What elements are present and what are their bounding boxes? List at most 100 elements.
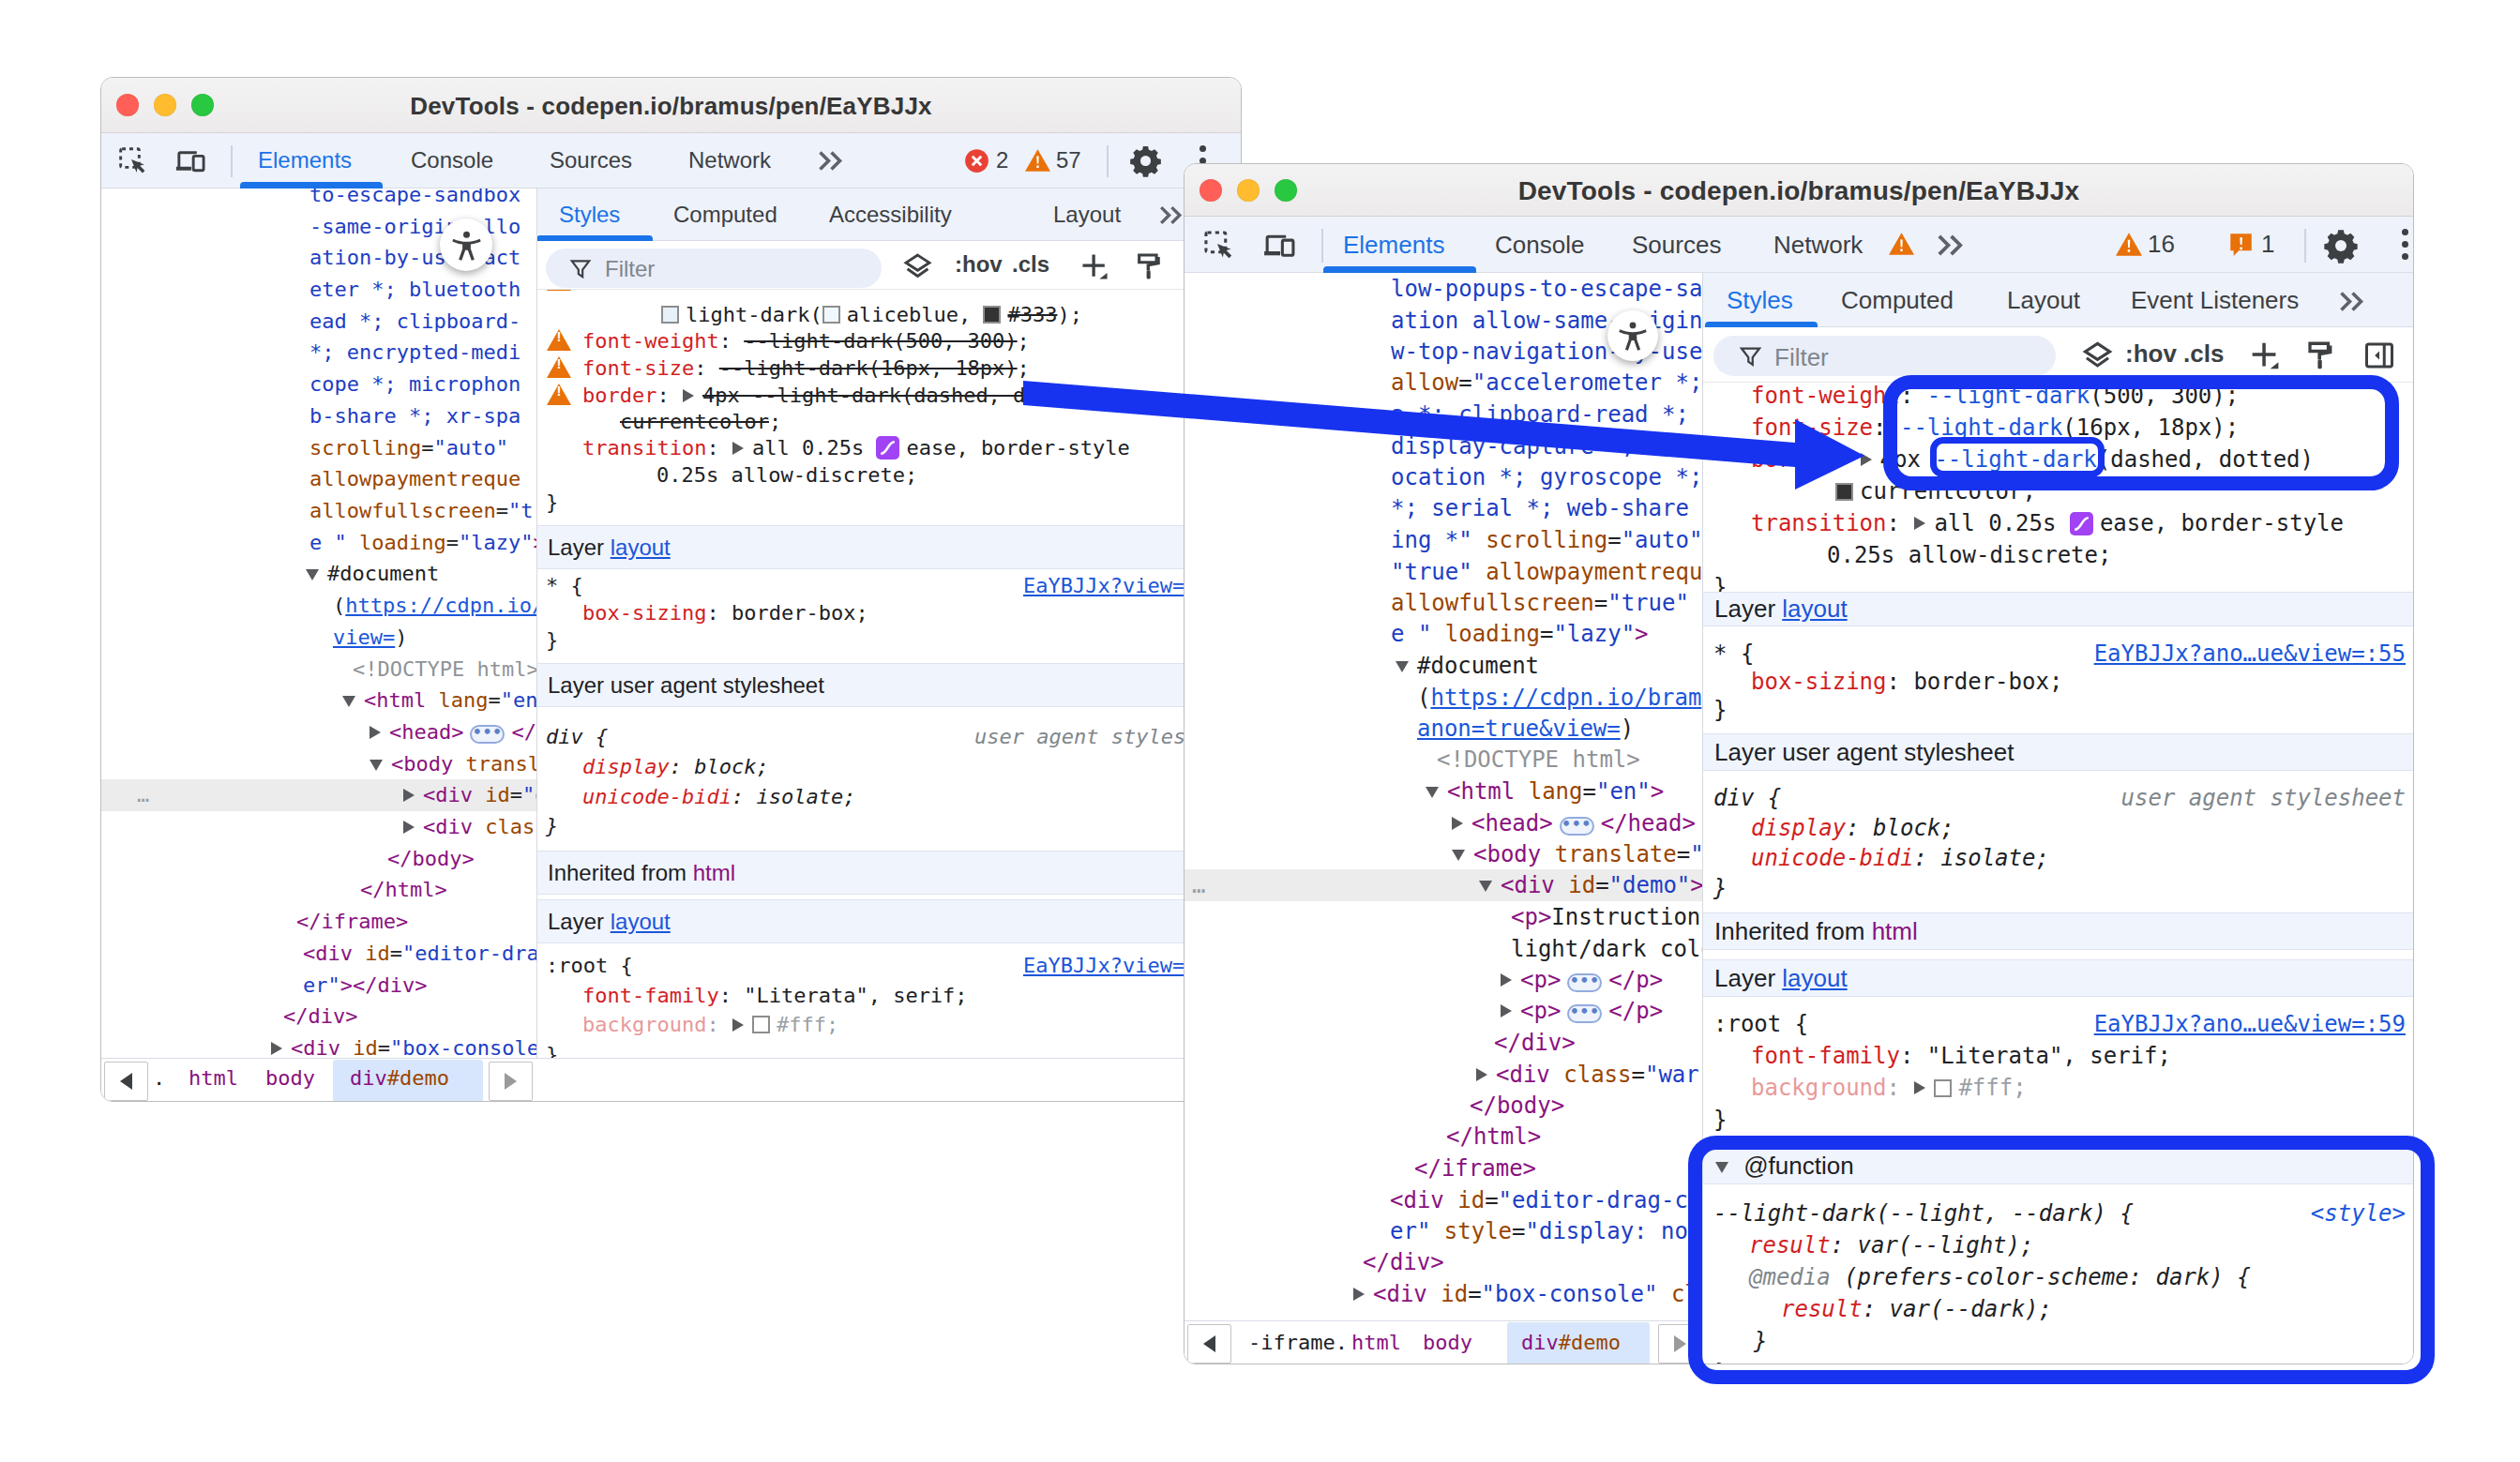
breadcrumb-next[interactable] [489, 1062, 533, 1101]
breadcrumb-item[interactable]: html [189, 1066, 238, 1090]
dom-tree-row[interactable]: cope *; microphon [101, 369, 521, 400]
toggle-cls[interactable]: .cls [2183, 339, 2224, 369]
expand-arrow-icon[interactable] [1353, 1288, 1365, 1301]
layers-icon[interactable] [2080, 339, 2115, 373]
style-declaration[interactable]: div { [546, 723, 608, 751]
dom-tree-row[interactable]: er" style="display: non [1185, 1215, 1701, 1247]
dom-tree-row[interactable]: scrolling="auto" [101, 432, 508, 464]
dom-tree-row[interactable]: <!DOCTYPE html> [1185, 744, 1640, 776]
settings-gear-icon[interactable] [1128, 143, 1163, 178]
dom-tree-row[interactable]: <div class="war [1185, 1059, 1699, 1091]
new-style-rule-icon[interactable] [2249, 339, 2282, 372]
sidetab-computed[interactable]: Computed [1841, 286, 1954, 315]
expand-arrow-icon[interactable] [271, 1042, 282, 1055]
dom-tree-row[interactable]: "true" allowpaymentrequ [1185, 556, 1702, 588]
dom-tree-row[interactable]: ead *; clipboard- [101, 306, 521, 338]
expand-arrow-icon[interactable] [1479, 881, 1492, 892]
kebab-menu-icon[interactable] [2401, 223, 2408, 260]
breadcrumb-item[interactable]: body [265, 1066, 315, 1090]
style-declaration[interactable]: !font-size: --light-dark(16px, 18px); [547, 354, 1030, 383]
warning-count[interactable]: 57 [1056, 147, 1081, 173]
paint-brush-icon[interactable] [2304, 339, 2338, 372]
breadcrumb-prev[interactable] [104, 1062, 148, 1101]
warning-count[interactable]: 16 [2148, 230, 2175, 259]
breadcrumb-item[interactable]: html [1351, 1331, 1401, 1354]
style-declaration[interactable]: :root { [1713, 1009, 1808, 1039]
sidebar-more-tabs-icon[interactable] [2337, 290, 2365, 313]
dom-tree-row[interactable]: <p>•••</p> [1185, 964, 1663, 996]
breadcrumb-item[interactable]: . [153, 1066, 165, 1090]
style-declaration[interactable]: unicode-bidi: isolate; [1751, 843, 2049, 873]
breadcrumb-item[interactable]: body [1423, 1331, 1472, 1354]
styles-section-header[interactable]: Inherited from html [1702, 912, 2414, 950]
style-declaration[interactable]: 0.25s allow-discrete; [1827, 540, 2111, 570]
dom-tree-row[interactable]: <body translate=" [1185, 838, 1702, 870]
dom-tree-row[interactable]: <div id="editor-drag-cov [101, 938, 536, 970]
filter-input[interactable]: Filter [546, 249, 882, 288]
style-rule-origin-link[interactable]: EaYBJJx?ano…ue&view=:55 [2094, 639, 2406, 669]
dom-tree-row[interactable]: </iframe> [101, 906, 408, 938]
new-style-rule-icon[interactable] [1079, 251, 1110, 282]
dom-tree-row[interactable]: e " loading="lazy"> [1185, 618, 1649, 650]
expand-arrow-icon[interactable] [403, 789, 415, 802]
sidetab-accessibility[interactable]: Accessibility [829, 202, 952, 228]
expand-arrow-icon[interactable] [403, 821, 415, 834]
style-declaration[interactable]: * { [1713, 639, 1754, 669]
sidetab-styles[interactable]: Styles [559, 202, 620, 228]
style-declaration[interactable]: box-sizing: border-box; [1751, 667, 2062, 697]
dom-tree-row[interactable]: </div> [1185, 1027, 1576, 1059]
expand-arrow-icon[interactable] [370, 726, 381, 739]
style-rule-origin-link[interactable]: user agent stylesheet [2121, 783, 2406, 813]
issue-count[interactable]: 1 [2261, 230, 2274, 259]
dom-tree-row[interactable]: eter *; bluetooth [101, 274, 521, 306]
expand-arrow-icon[interactable] [1426, 787, 1439, 798]
style-declaration[interactable]: } [546, 812, 558, 840]
style-declaration[interactable]: background: #fff; [582, 1011, 838, 1039]
style-declaration[interactable]: light-dark(aliceblue, #333); [661, 301, 1082, 329]
style-declaration[interactable]: font-family: "Literata", serif; [1751, 1041, 2171, 1071]
expand-arrow-icon[interactable] [342, 696, 355, 707]
expand-arrow-icon[interactable] [1476, 1068, 1487, 1081]
expand-arrow-icon[interactable] [306, 569, 319, 580]
dom-tree-row[interactable]: <p>•••</p> [1185, 995, 1663, 1027]
expand-arrow-icon[interactable] [732, 1018, 744, 1032]
filter-input[interactable]: Filter [1713, 336, 2056, 376]
toggle-hov[interactable]: :hov [955, 251, 1003, 278]
expand-arrow-icon[interactable] [1914, 1081, 1925, 1094]
tab-elements[interactable]: Elements [1343, 231, 1444, 260]
style-declaration[interactable]: } [1713, 695, 1727, 725]
dom-tree-row[interactable]: <html lang="en"> [1185, 776, 1664, 807]
expand-arrow-icon[interactable] [1501, 1004, 1512, 1017]
style-declaration[interactable]: transition: all 0.25s ease, border-style [582, 434, 1130, 462]
style-declaration[interactable]: :root { [546, 952, 633, 980]
dom-tree-row[interactable]: <div id="box-console" cla [1185, 1278, 1702, 1310]
dom-tree-row[interactable]: <div id="editor-drag-cov [1185, 1184, 1702, 1216]
dom-tree-row[interactable]: view=) [101, 622, 407, 654]
paint-brush-icon[interactable] [1134, 250, 1166, 282]
dom-tree-row[interactable]: #document [101, 558, 439, 590]
titlebar[interactable]: DevTools - codepen.io/bramus/pen/EaYBJJx [1185, 164, 2413, 217]
dom-tree-row[interactable]: allowfullscreen="true" [1185, 587, 1689, 619]
tab-network[interactable]: Network [688, 147, 771, 173]
dom-tree-row[interactable]: er"></div> [101, 970, 427, 1002]
dom-tree-row[interactable]: <div id="demo"> [1185, 869, 1702, 901]
expand-arrow-icon[interactable] [1452, 850, 1465, 861]
style-declaration[interactable]: !border: 4px --light-dark(dashed, dotted… [547, 382, 1100, 410]
dom-tree-row[interactable]: <head>•••</head> [101, 716, 536, 748]
style-declaration[interactable]: box-sizing: border-box; [582, 599, 868, 627]
styles-section-header[interactable]: Layer user agent stylesheet [1702, 733, 2414, 771]
styles-section-header[interactable]: Layer layout [1702, 959, 2414, 997]
adorner-ellipsis[interactable]: … [137, 779, 149, 811]
style-declaration[interactable]: background: #fff; [1751, 1073, 2027, 1103]
sidetab-layout[interactable]: Layout [1053, 202, 1121, 228]
dom-tree-row[interactable]: display-capture *; encr [1185, 430, 1702, 462]
sidetab-event-listeners[interactable]: Event Listeners [2131, 286, 2299, 315]
dom-tree-row[interactable]: <body translate="no" [101, 748, 536, 780]
expand-arrow-icon[interactable] [1501, 973, 1512, 987]
sidebar-more-tabs-icon[interactable] [1157, 204, 1184, 226]
tab-console[interactable]: Console [1495, 231, 1584, 260]
styles-section-header[interactable]: Layer user agent stylesheet [536, 663, 1242, 707]
tab-network[interactable]: Network [1773, 231, 1863, 260]
tab-sources[interactable]: Sources [1632, 231, 1721, 260]
styles-section-header[interactable]: Inherited from html [536, 851, 1242, 895]
